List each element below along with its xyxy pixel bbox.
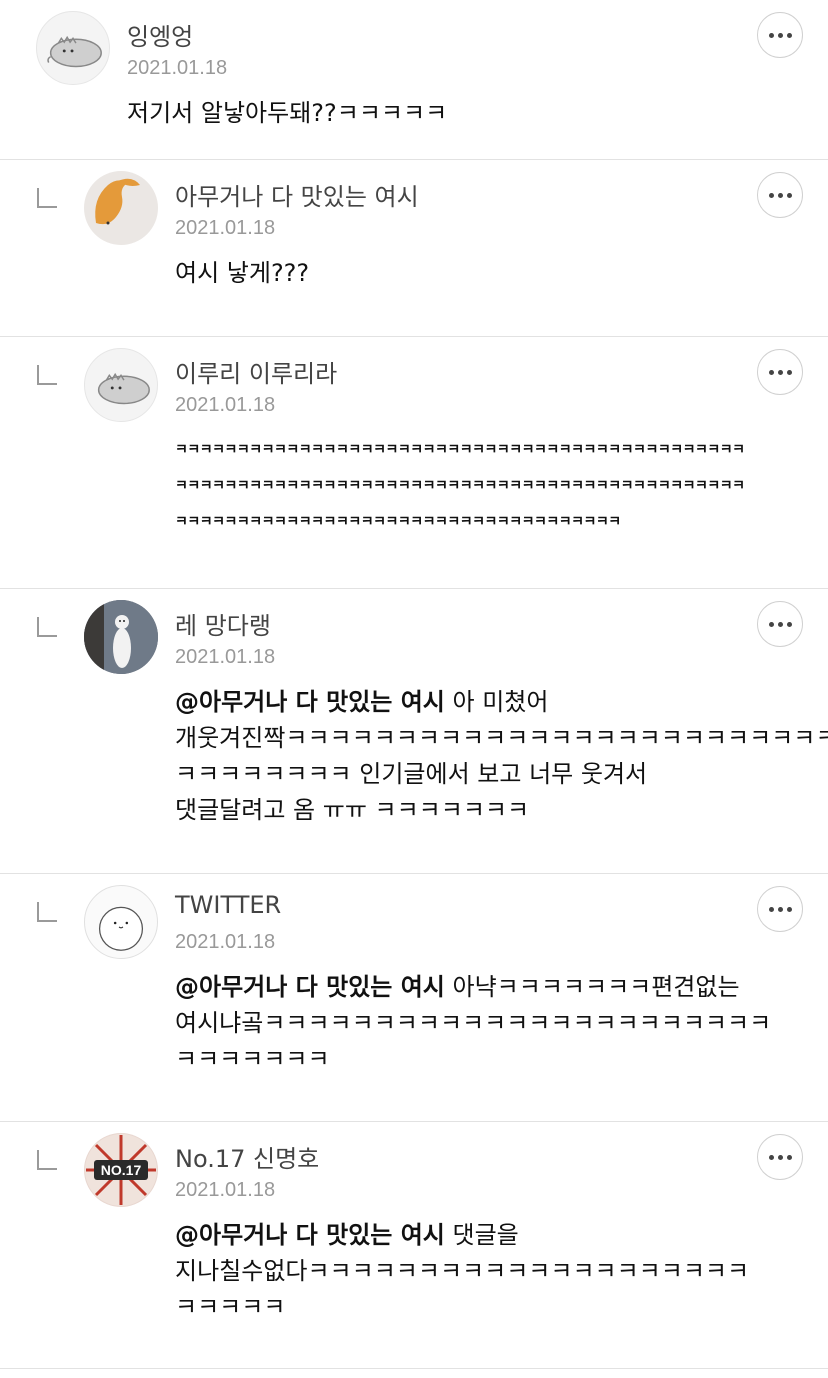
comment-author[interactable]: TWITTER (175, 891, 281, 919)
reply-arrow-icon (37, 365, 57, 385)
comment-text: @아무거나 다 맛있는 여시 아냑ㅋㅋㅋㅋㅋㅋㅋ편견없는 여시냐곸ㅋㅋㅋㅋㅋㅋㅋ… (175, 969, 771, 1077)
reply-arrow-icon (37, 1150, 57, 1170)
comment-line: @아무거나 다 맛있는 여시 댓글을 (175, 1221, 519, 1249)
no17-logo-avatar-icon[interactable]: NO.17 (84, 1133, 158, 1207)
more-options-button[interactable] (757, 12, 803, 58)
comment-line: ㅋㅋㅋㅋㅋㅋㅋㅋ 인기글에서 보고 너무 웃겨서 (175, 760, 648, 788)
more-options-button[interactable] (757, 886, 803, 932)
comment-author[interactable]: 잉엥엉 (127, 17, 193, 52)
more-dots-icon (768, 32, 774, 38)
more-options-button[interactable] (757, 349, 803, 395)
comment-author[interactable]: No.17 신명호 (175, 1139, 319, 1174)
fox-avatar-icon[interactable] (84, 171, 158, 245)
more-dots-icon (768, 621, 774, 627)
mention-link[interactable]: @아무거나 다 맛있는 여시 (175, 973, 445, 1001)
more-dots-icon (768, 192, 774, 198)
comment: 잉엥엉 2021.01.18 저기서 알낳아두돼??ㅋㅋㅋㅋㅋ (0, 0, 828, 160)
comment-line: @아무거나 다 맛있는 여시 아 미쳤어 (175, 688, 549, 716)
comment-list: 잉엥엉 2021.01.18 저기서 알낳아두돼??ㅋㅋㅋㅋㅋ 아무거나 다 맛… (0, 0, 828, 1369)
comment-text: 여시 낳게??? (175, 255, 309, 291)
comment-line: ㅋㅋㅋㅋㅋㅋㅋㅋㅋㅋㅋㅋㅋㅋㅋㅋㅋㅋㅋㅋㅋㅋㅋㅋㅋㅋㅋㅋㅋㅋㅋㅋㅋㅋㅋㅋㅋㅋㅋㅋ… (175, 442, 745, 458)
comment-text: @아무거나 다 맛있는 여시 아 미쳤어 개웃겨진짝ㅋㅋㅋㅋㅋㅋㅋㅋㅋㅋㅋㅋㅋㅋ… (175, 684, 828, 828)
comment-date: 2021.01.18 (175, 931, 276, 953)
comment-author[interactable]: 이루리 이루리라 (175, 354, 337, 389)
more-options-button[interactable] (757, 172, 803, 218)
reply-comment: 아무거나 다 맛있는 여시 2021.01.18 여시 낳게??? (0, 160, 828, 337)
reply-arrow-icon (37, 188, 57, 208)
comment-line: @아무거나 다 맛있는 여시 아냑ㅋㅋㅋㅋㅋㅋㅋ편견없는 (175, 973, 740, 1001)
comment-author[interactable]: 레 망다랭 (175, 606, 271, 641)
comment-line: 저기서 알낳아두돼??ㅋㅋㅋㅋㅋ (127, 99, 448, 127)
svg-text:NO.17: NO.17 (101, 1162, 142, 1178)
comment-line: ㅋㅋㅋㅋㅋㅋㅋ (175, 1045, 330, 1073)
more-options-button[interactable] (757, 601, 803, 647)
reply-comment: TWITTER 2021.01.18 @아무거나 다 맛있는 여시 아냑ㅋㅋㅋㅋ… (0, 874, 828, 1122)
more-dots-icon (768, 906, 774, 912)
comment-date: 2021.01.18 (175, 1179, 276, 1201)
comment-text: ㅋㅋㅋㅋㅋㅋㅋㅋㅋㅋㅋㅋㅋㅋㅋㅋㅋㅋㅋㅋㅋㅋㅋㅋㅋㅋㅋㅋㅋㅋㅋㅋㅋㅋㅋㅋㅋㅋㅋㅋ… (175, 432, 745, 540)
comment-date: 2021.01.18 (127, 57, 228, 79)
comment-line: ㅋㅋㅋㅋㅋ (175, 1293, 286, 1321)
more-options-button[interactable] (757, 1134, 803, 1180)
comment-line: 지나칠수없다ㅋㅋㅋㅋㅋㅋㅋㅋㅋㅋㅋㅋㅋㅋㅋㅋㅋㅋㅋㅋ (175, 1257, 750, 1285)
seal-avatar-icon[interactable] (84, 885, 158, 959)
comment-text: @아무거나 다 맛있는 여시 댓글을 지나칠수없다ㅋㅋㅋㅋㅋㅋㅋㅋㅋㅋㅋㅋㅋㅋㅋ… (175, 1217, 749, 1325)
reply-comment: 레 망다랭 2021.01.18 @아무거나 다 맛있는 여시 아 미쳤어 개웃… (0, 589, 828, 874)
comment-author[interactable]: 아무거나 다 맛있는 여시 (175, 177, 419, 212)
reply-comment: NO.17 No.17 신명호 2021.01.18 @아무거나 다 맛있는 여… (0, 1122, 828, 1369)
comment-line: ㅋㅋㅋㅋㅋㅋㅋㅋㅋㅋㅋㅋㅋㅋㅋㅋㅋㅋㅋㅋㅋㅋㅋㅋㅋㅋㅋㅋㅋㅋㅋㅋㅋㅋㅋㅋㅋㅋㅋㅋ… (175, 478, 745, 494)
comment-line: 여시냐곸ㅋㅋㅋㅋㅋㅋㅋㅋㅋㅋㅋㅋㅋㅋㅋㅋㅋㅋㅋㅋㅋㅋㅋ (175, 1009, 772, 1037)
comment-text: 저기서 알낳아두돼??ㅋㅋㅋㅋㅋ (127, 95, 447, 131)
comment-line: 개웃겨진짝ㅋㅋㅋㅋㅋㅋㅋㅋㅋㅋㅋㅋㅋㅋㅋㅋㅋㅋㅋㅋㅋㅋㅋㅋㅋ (175, 724, 828, 752)
reply-arrow-icon (37, 902, 57, 922)
ermine-photo-avatar-icon[interactable] (84, 600, 158, 674)
mention-link[interactable]: @아무거나 다 맛있는 여시 (175, 688, 445, 716)
mention-link[interactable]: @아무거나 다 맛있는 여시 (175, 1221, 445, 1249)
dinosaur-avatar-icon[interactable] (36, 11, 110, 85)
more-dots-icon (768, 369, 774, 375)
more-dots-icon (768, 1154, 774, 1160)
reply-arrow-icon (37, 617, 57, 637)
reply-comment: 이루리 이루리라 2021.01.18 ㅋㅋㅋㅋㅋㅋㅋㅋㅋㅋㅋㅋㅋㅋㅋㅋㅋㅋㅋㅋ… (0, 337, 828, 589)
comment-date: 2021.01.18 (175, 217, 276, 239)
comment-date: 2021.01.18 (175, 394, 276, 416)
comment-line: 댓글달려고 옴 ㅠㅠ ㅋㅋㅋㅋㅋㅋㅋ (175, 796, 530, 824)
comment-date: 2021.01.18 (175, 646, 276, 668)
dinosaur-avatar-icon[interactable] (84, 348, 158, 422)
comment-line: ㅋㅋㅋㅋㅋㅋㅋㅋㅋㅋㅋㅋㅋㅋㅋㅋㅋㅋㅋㅋㅋㅋㅋㅋㅋㅋㅋㅋㅋㅋㅋㅋㅋㅋㅋㅋ (175, 514, 621, 530)
comment-line: 여시 낳게??? (175, 259, 310, 287)
